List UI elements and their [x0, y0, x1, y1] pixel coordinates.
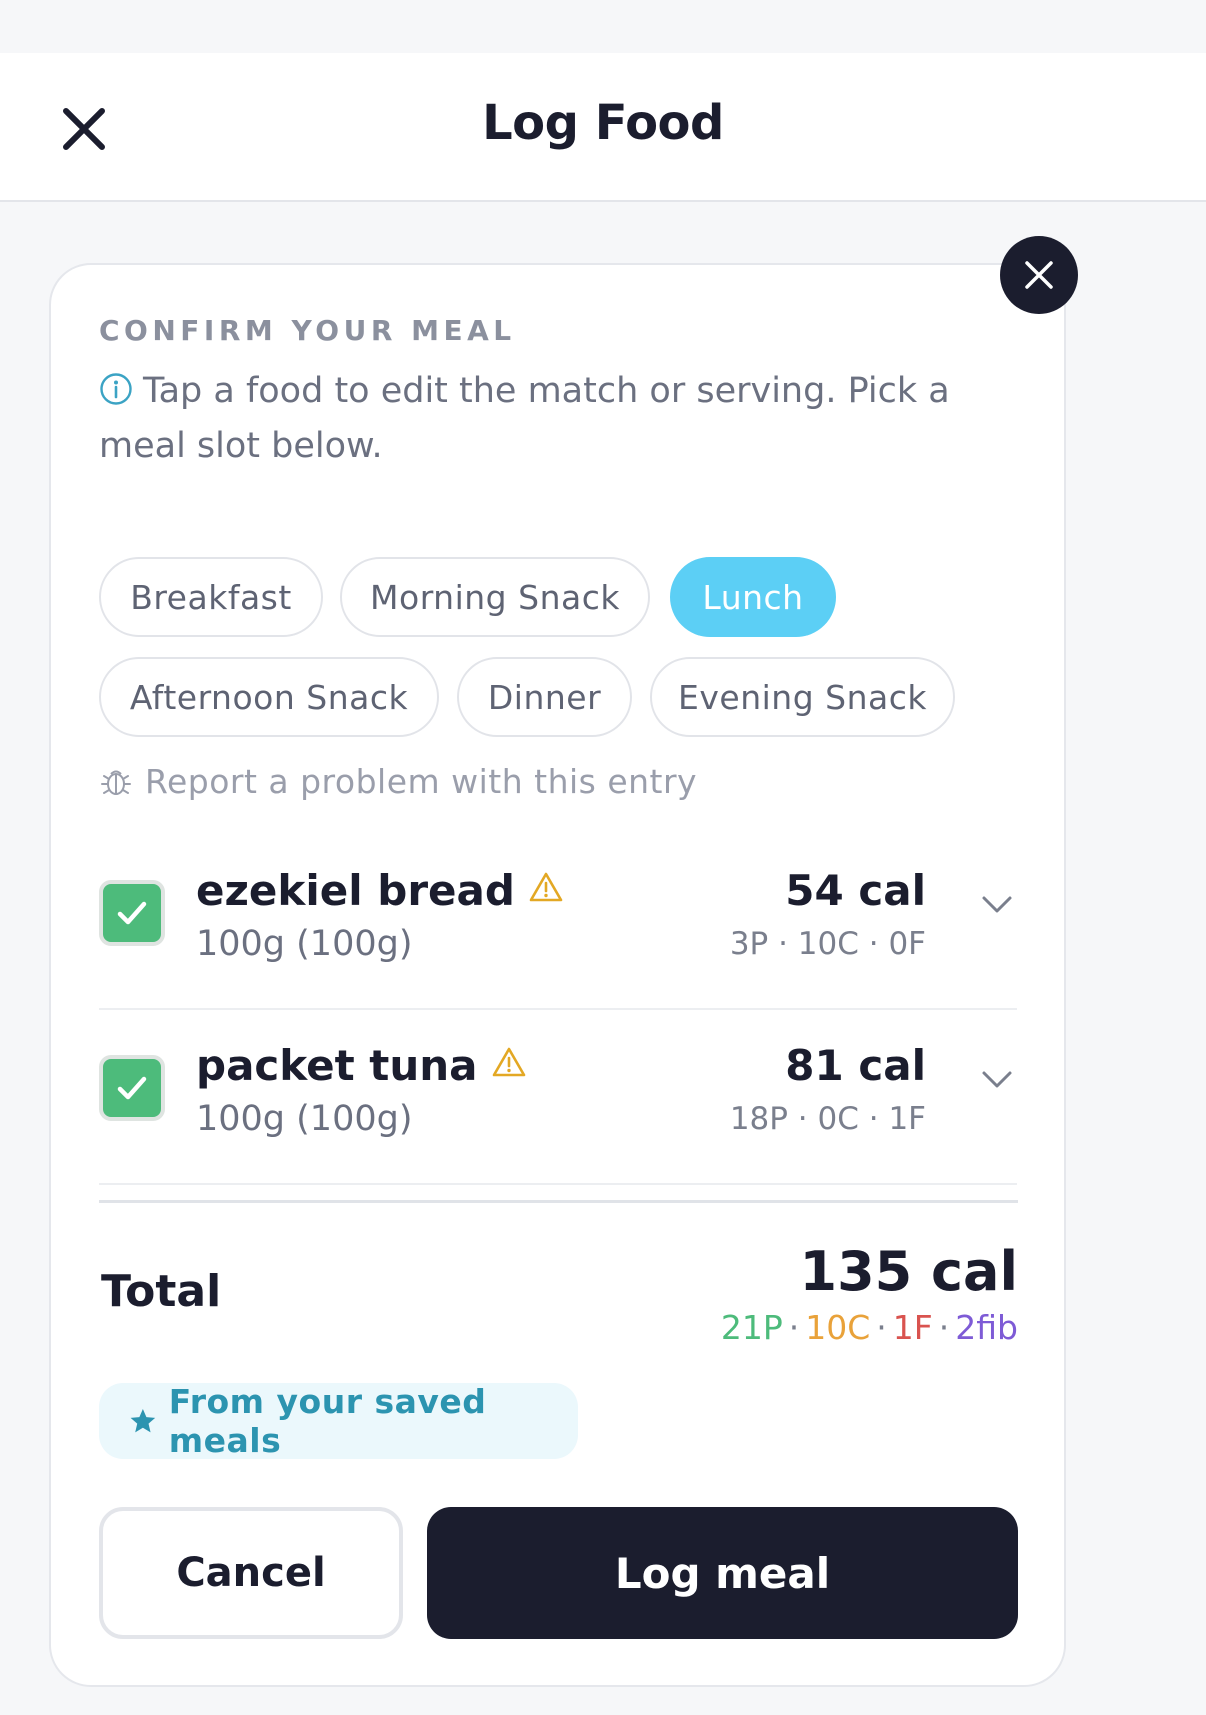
- log-meal-button[interactable]: Log meal: [427, 1507, 1018, 1639]
- meal-slot-morning-snack[interactable]: Morning Snack: [340, 557, 650, 637]
- star-icon: [130, 1408, 156, 1433]
- food-macros: 18P · 0C · 1F: [729, 1101, 926, 1137]
- app-header: Log Food: [0, 53, 1206, 202]
- chevron-down-icon[interactable]: [977, 1059, 1017, 1099]
- food-row[interactable]: ezekiel bread 100g (100g) 54 cal 3P · 10…: [99, 840, 1017, 1010]
- report-label: Report a problem with this entry: [145, 762, 698, 801]
- dismiss-card-button[interactable]: [1000, 236, 1078, 314]
- food-name-line: ezekiel bread: [196, 866, 563, 915]
- info-text: Tap a food to edit the match or serving.…: [99, 364, 1029, 474]
- food-row[interactable]: packet tuna 100g (100g) 81 cal 18P · 0C …: [99, 1015, 1017, 1185]
- total-fiber: 2fib: [955, 1308, 1018, 1347]
- cancel-button[interactable]: Cancel: [99, 1507, 403, 1639]
- food-serving: 100g (100g): [196, 1099, 413, 1139]
- food-macros: 3P · 10C · 0F: [729, 926, 926, 962]
- section-label: CONFIRM YOUR MEAL: [99, 314, 516, 347]
- total-label: Total: [101, 1266, 222, 1317]
- checkmark-icon: [117, 901, 147, 925]
- meal-slot-evening-snack[interactable]: Evening Snack: [650, 657, 955, 737]
- chevron-down-icon[interactable]: [977, 884, 1017, 924]
- meal-slot-lunch[interactable]: Lunch: [670, 557, 836, 637]
- status-bar-area: [0, 0, 1206, 53]
- page-title: Log Food: [482, 95, 724, 151]
- saved-badge-label: From your saved meals: [168, 1382, 487, 1460]
- food-calories: 54 cal: [785, 866, 926, 915]
- total-macros: 21P · 10C · 1F · 2fib: [720, 1308, 1018, 1347]
- info-icon: [100, 373, 132, 405]
- food-name: packet tuna: [196, 1041, 478, 1090]
- food-serving: 100g (100g): [196, 924, 413, 964]
- info-message: Tap a food to edit the match or serving.…: [99, 371, 950, 466]
- meal-slot-dinner[interactable]: Dinner: [457, 657, 632, 737]
- saved-meal-badge: From your saved meals: [99, 1382, 578, 1460]
- total-fat: 1F: [892, 1308, 933, 1347]
- food-name-line: packet tuna: [196, 1041, 526, 1090]
- total-divider: [99, 1200, 1018, 1203]
- meal-slot-afternoon-snack[interactable]: Afternoon Snack: [99, 657, 439, 737]
- warning-icon: [529, 872, 563, 902]
- food-checkbox[interactable]: [99, 1055, 165, 1121]
- total-protein: 21P: [720, 1308, 783, 1347]
- close-icon: [1025, 261, 1053, 289]
- row-divider: [99, 1008, 1017, 1010]
- checkmark-icon: [117, 1076, 147, 1100]
- meal-slot-breakfast[interactable]: Breakfast: [99, 557, 323, 637]
- total-calories: 135 cal: [799, 1240, 1018, 1303]
- total-carbs: 10C: [805, 1308, 871, 1347]
- food-calories: 81 cal: [785, 1041, 926, 1090]
- food-name: ezekiel bread: [196, 866, 515, 915]
- report-problem-link[interactable]: Report a problem with this entry: [99, 762, 697, 801]
- bug-icon: [101, 770, 131, 795]
- warning-icon: [492, 1047, 525, 1077]
- row-divider: [99, 1183, 1017, 1185]
- food-checkbox[interactable]: [99, 880, 165, 946]
